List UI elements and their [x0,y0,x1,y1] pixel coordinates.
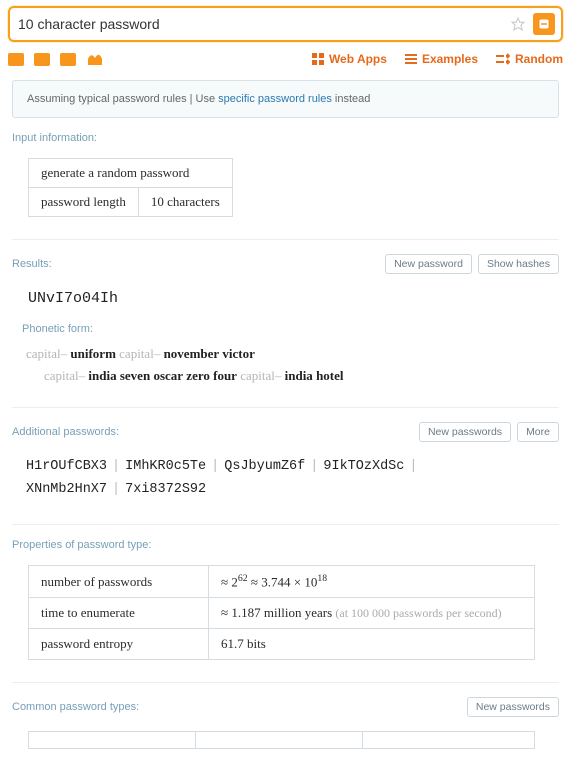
additional-password-item: IMhKR0c5Te [125,459,206,474]
phonetic-word: hotel [316,368,343,383]
new-passwords-button[interactable]: New passwords [467,697,559,717]
additional-password-item: XNnMb2HnX7 [26,482,107,497]
property-label: number of passwords [29,566,209,598]
more-button[interactable]: More [517,422,559,442]
phonetic-prefix: capital– [119,346,163,361]
nav-random[interactable]: Random [496,52,563,66]
section-common: Common password types: New passwords [12,697,559,761]
search-bar [8,6,563,42]
assumption-bar: Assuming typical password rules | Use sp… [12,80,559,118]
nav-webapps[interactable]: Web Apps [312,52,387,66]
common-table [28,731,535,749]
phonetic-prefix: capital– [26,346,70,361]
star-icon[interactable] [509,15,527,33]
property-value: ≈ 1.187 million years (at 100 000 passwo… [209,598,535,629]
assumption-prefix: Assuming typical password rules | Use [27,93,218,105]
phonetic-word: seven [120,368,150,383]
new-passwords-button[interactable]: New passwords [419,422,511,442]
phonetic-word: india [285,368,313,383]
nav-examples[interactable]: Examples [405,52,478,66]
phonetic-form: capital– uniform capital– november victo… [18,341,553,389]
separator: | [404,459,422,474]
phonetic-label: Phonetic form: [22,323,553,335]
separator: | [107,459,125,474]
section-properties: Properties of password type: number of p… [12,539,559,672]
section-title: Common password types: [12,701,139,713]
assumption-link[interactable]: specific password rules [218,93,332,105]
property-value: ≈ 262 ≈ 3.744 × 1018 [209,566,535,598]
extended-keyboard-icon[interactable] [8,53,24,66]
assumption-suffix: instead [332,93,371,105]
section-additional: Additional passwords: New passwords More… [12,422,559,514]
phonetic-prefix: capital– [44,368,88,383]
phonetic-prefix: capital– [240,368,284,383]
nav-webapps-label: Web Apps [329,52,387,66]
submit-button[interactable] [533,13,555,35]
additional-password-item: H1rOUfCBX3 [26,459,107,474]
input-info-row2-label: password length [29,188,139,217]
file-upload-icon[interactable] [86,53,102,66]
new-password-button[interactable]: New password [385,254,472,274]
input-info-row1: generate a random password [29,159,233,188]
search-input[interactable] [18,16,509,32]
phonetic-word: uniform [70,346,116,361]
input-info-row2-value: 10 characters [138,188,232,217]
additional-password-item: 9IkTOzXdSc [323,459,404,474]
table-row: time to enumerate≈ 1.187 million years (… [29,598,535,629]
additional-password-item: QsJbyumZ6f [224,459,305,474]
additional-passwords: H1rOUfCBX3|IMhKR0c5Te|QsJbyumZ6f|9IkTOzX… [18,452,553,506]
properties-table: number of passwords≈ 262 ≈ 3.744 × 1018t… [28,565,535,660]
phonetic-word: four [213,368,237,383]
table-row: number of passwords≈ 262 ≈ 3.744 × 1018 [29,566,535,598]
show-hashes-button[interactable]: Show hashes [478,254,559,274]
section-title: Results: [12,258,52,270]
section-results: Results: New password Show hashes UNvI7o… [12,254,559,397]
input-info-table: generate a random password password leng… [28,158,233,217]
section-title: Properties of password type: [12,539,151,551]
phonetic-word: oscar [153,368,183,383]
separator: | [206,459,224,474]
property-label: password entropy [29,629,209,660]
separator: | [107,482,125,497]
image-input-icon[interactable] [34,53,50,66]
nav-random-label: Random [515,52,563,66]
toolbar: Web Apps Examples Random [8,46,563,72]
property-label: time to enumerate [29,598,209,629]
table-row: password entropy61.7 bits [29,629,535,660]
nav-examples-label: Examples [422,52,478,66]
section-title: Input information: [12,132,97,144]
result-password: UNvI7o04Ih [18,284,553,313]
phonetic-word: india [88,368,116,383]
phonetic-word: zero [186,368,210,383]
data-input-icon[interactable] [60,53,76,66]
additional-password-item: 7xi8372S92 [125,482,206,497]
property-value: 61.7 bits [209,629,535,660]
phonetic-word: victor [222,346,254,361]
separator: | [305,459,323,474]
section-title: Additional passwords: [12,426,119,438]
phonetic-word: november [164,346,220,361]
section-input-info: Input information: generate a random pas… [12,132,559,229]
